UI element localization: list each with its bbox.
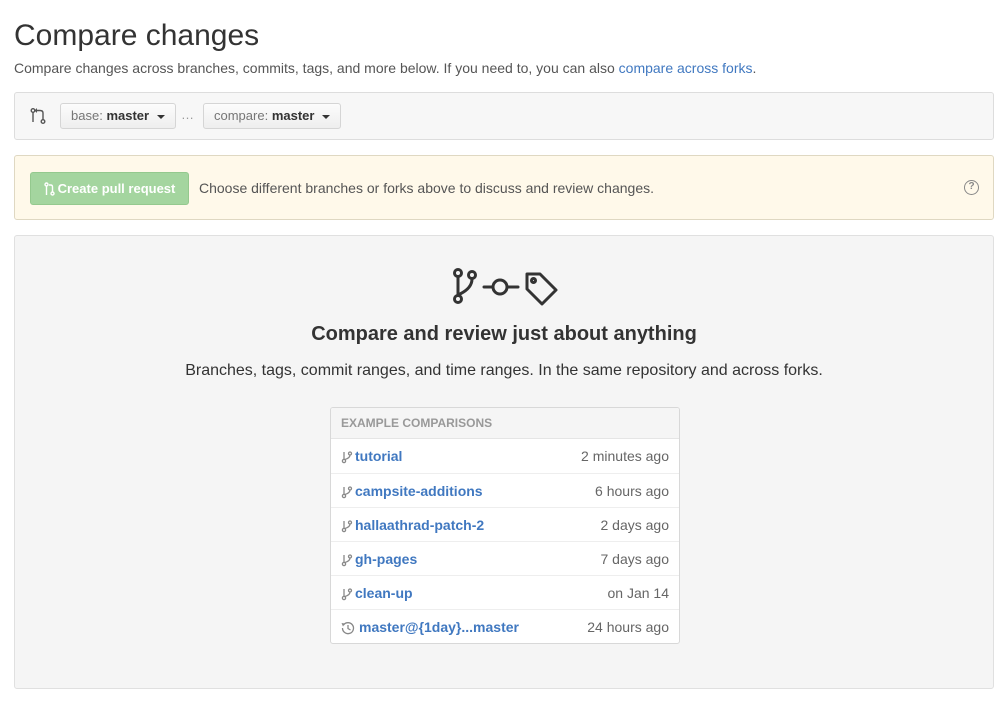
compare-arrows-icon [30, 108, 46, 124]
comparison-link[interactable]: master@{1day}...master [359, 618, 519, 636]
comparison-link[interactable]: gh-pages [355, 550, 417, 568]
range-separator: … [181, 107, 194, 122]
chevron-down-icon [322, 114, 331, 119]
blank-slate-title: Compare and review just about anything [311, 323, 697, 345]
subtitle-suffix: . [752, 60, 757, 76]
list-item[interactable]: campsite-additions 6 hours ago [331, 473, 679, 507]
pull-request-icon [43, 182, 55, 196]
compare-across-forks-link[interactable]: compare across forks [619, 60, 753, 76]
create-pull-request-label: Create pull request [57, 181, 176, 196]
branch-icon [341, 588, 353, 601]
base-value: master [106, 108, 150, 123]
compare-value: master [271, 108, 315, 123]
comparison-time: 7 days ago [600, 551, 670, 567]
page-subtitle: Compare changes across branches, commits… [14, 59, 756, 77]
comparison-time: on Jan 14 [607, 585, 670, 601]
pull-request-banner: Create pull request Choose different bra… [14, 155, 994, 220]
base-label: base: [71, 108, 103, 123]
comparison-link[interactable]: tutorial [355, 447, 402, 465]
comparison-time: 6 hours ago [595, 483, 669, 499]
list-item[interactable]: master@{1day}...master 24 hours ago [331, 609, 679, 643]
help-icon[interactable]: ? [964, 180, 979, 195]
compare-branch-select[interactable]: compare: master [203, 103, 342, 129]
list-item[interactable]: tutorial 2 minutes ago [331, 439, 679, 473]
subtitle-text: Compare changes across branches, commits… [14, 60, 619, 76]
list-item[interactable]: gh-pages 7 days ago [331, 541, 679, 575]
page-title: Compare changes [14, 19, 260, 52]
comparison-link[interactable]: clean-up [355, 584, 413, 602]
branch-icon [341, 520, 353, 533]
base-branch-select[interactable]: base: master [60, 103, 176, 129]
comparison-time: 2 days ago [600, 517, 670, 533]
list-item[interactable]: hallaathrad-patch-2 2 days ago [331, 507, 679, 541]
chevron-down-icon [156, 114, 165, 119]
branch-icon [341, 451, 353, 464]
branch-icon [341, 486, 353, 499]
example-comparisons-header: EXAMPLE COMPARISONS [331, 408, 679, 439]
blank-slate-description: Branches, tags, commit ranges, and time … [185, 362, 823, 379]
range-editor: base: master … compare: master [14, 92, 994, 140]
branch-commit-tag-icon [453, 268, 558, 306]
compare-label: compare: [214, 108, 269, 123]
list-item[interactable]: clean-up on Jan 14 [331, 575, 679, 609]
create-pull-request-button[interactable]: Create pull request [30, 172, 189, 205]
comparison-link[interactable]: campsite-additions [355, 482, 483, 500]
compare-blank-slate: Compare and review just about anything B… [14, 235, 994, 689]
comparison-time: 24 hours ago [587, 619, 669, 635]
comparison-link[interactable]: hallaathrad-patch-2 [355, 516, 484, 534]
comparison-time: 2 minutes ago [581, 448, 669, 464]
branch-icon [341, 554, 353, 567]
history-icon [341, 622, 355, 635]
example-comparisons: EXAMPLE COMPARISONS tutorial 2 minutes a… [330, 407, 680, 644]
banner-message: Choose different branches or forks above… [199, 180, 654, 196]
